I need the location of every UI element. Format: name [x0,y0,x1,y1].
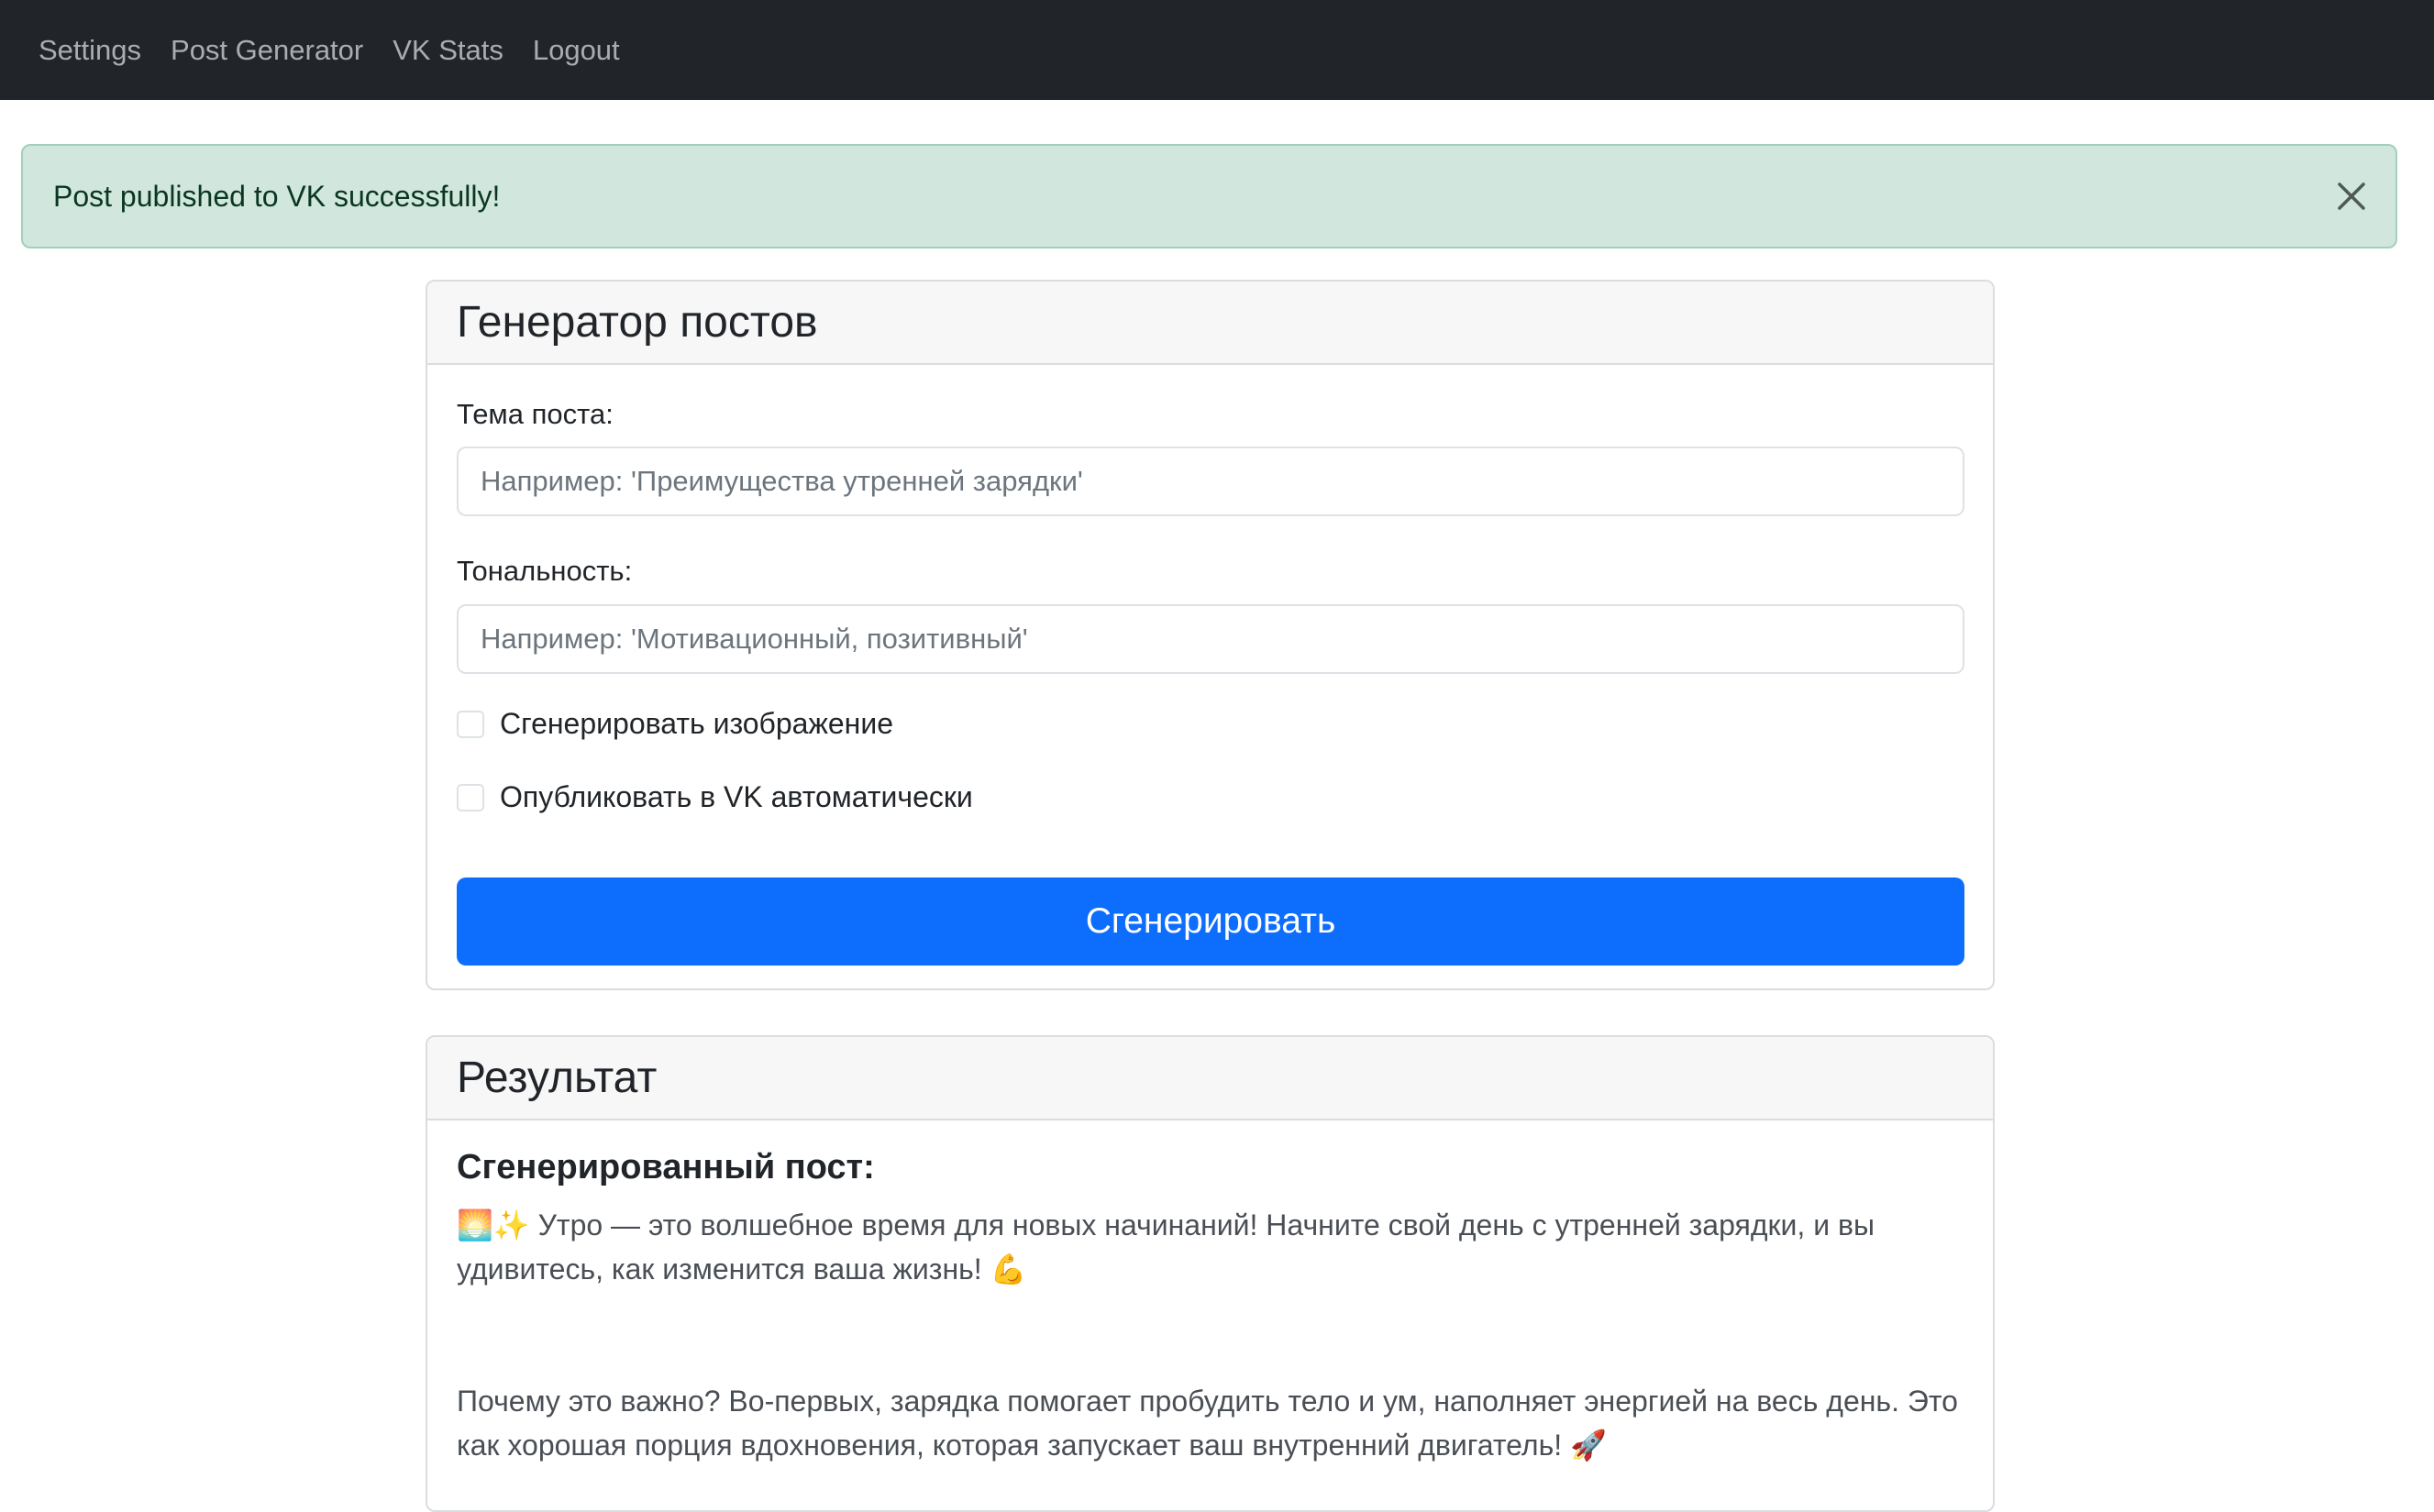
topic-input[interactable] [457,447,1964,516]
result-title: Результат [457,1054,658,1102]
result-card: Результат Сгенерированный пост: 🌅✨ Утро … [426,1035,1995,1512]
generator-title: Генератор постов [457,298,818,347]
close-icon[interactable] [2333,178,2370,215]
alert-message: Post published to VK successfully! [53,179,501,213]
topic-label: Тема поста: [457,398,614,430]
nav-link-post-generator[interactable]: Post Generator [171,34,363,67]
nav-link-settings[interactable]: Settings [39,34,141,67]
success-alert: Post published to VK successfully! [21,144,2397,248]
generate-image-option[interactable]: Сгенерировать изображение [457,707,893,741]
generate-image-label: Сгенерировать изображение [500,707,894,740]
top-navbar: Settings Post Generator VK Stats Logout [0,0,2434,100]
post-paragraph: 🌅✨ Утро — это волшебное время для новых … [457,1208,1875,1286]
generate-image-checkbox[interactable] [457,710,484,738]
result-card-header: Результат [427,1037,1993,1120]
auto-publish-checkbox[interactable] [457,783,484,811]
nav-link-logout[interactable]: Logout [533,34,620,67]
post-paragraph: Почему это важно? Во-первых, зарядка пом… [457,1385,1958,1462]
generator-card: Генератор постов Тема поста: Тональность… [426,280,1995,990]
generate-button[interactable]: Сгенерировать [457,877,1964,966]
generator-card-header: Генератор постов [427,281,1993,365]
auto-publish-label: Опубликовать в VK автоматически [500,780,973,813]
auto-publish-option[interactable]: Опубликовать в VK автоматически [457,780,973,814]
result-subtitle: Сгенерированный пост: [457,1148,875,1186]
tone-label: Тональность: [457,555,633,587]
tone-input[interactable] [457,604,1964,674]
nav-link-vk-stats[interactable]: VK Stats [393,34,503,67]
